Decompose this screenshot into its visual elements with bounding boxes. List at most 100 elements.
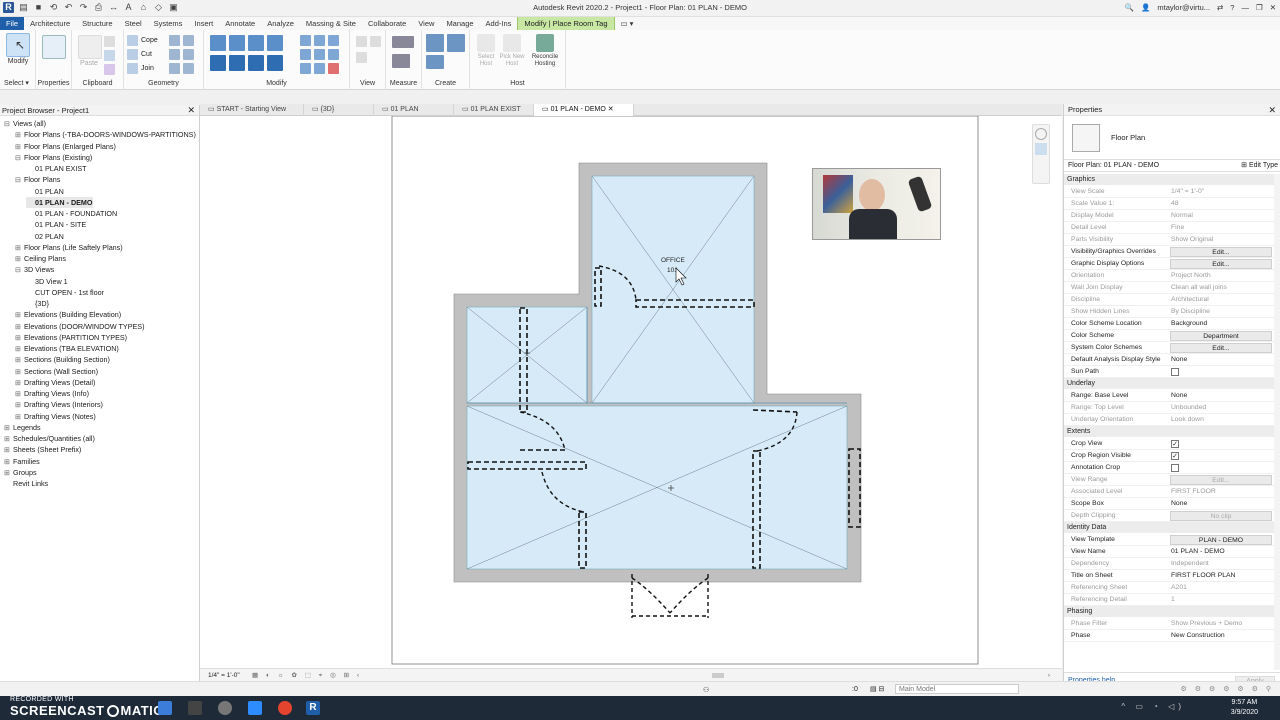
- align-icon[interactable]: [210, 35, 226, 51]
- property-button[interactable]: Department: [1170, 331, 1272, 341]
- tree-item[interactable]: ⊞ Legends: [4, 422, 41, 433]
- app-icon[interactable]: [218, 701, 232, 715]
- close-button[interactable]: ✕: [1270, 2, 1276, 14]
- delete-icon[interactable]: [328, 63, 339, 74]
- tree-item[interactable]: 01 PLAN: [26, 186, 64, 197]
- tree-item[interactable]: 01 PLAN - SITE: [26, 219, 86, 230]
- tree-item[interactable]: ⊟ Views (all): [4, 118, 46, 129]
- tree-item[interactable]: ⊞ Floor Plans (-TBA-DOORS-WINDOWS-PARTITI…: [15, 129, 196, 140]
- property-row[interactable]: Scope Box None: [1064, 498, 1274, 510]
- scale-icon[interactable]: [328, 35, 339, 46]
- tree-item[interactable]: ⊞ Elevations (Building Elevation): [15, 309, 121, 320]
- property-row[interactable]: Default Analysis Display Style None: [1064, 354, 1274, 366]
- property-row[interactable]: Show Hidden Lines By Discipline: [1064, 306, 1274, 318]
- property-value[interactable]: Look down: [1171, 414, 1204, 426]
- property-row[interactable]: Crop Region Visible ✓: [1064, 450, 1274, 462]
- property-checkbox[interactable]: [1171, 464, 1179, 472]
- system-clock[interactable]: 9:57 AM 3/9/2020: [1231, 698, 1258, 718]
- system-tray-icons[interactable]: ^ ▭ ◔ ◁): [1121, 702, 1185, 711]
- property-row[interactable]: Referencing Detail 1: [1064, 594, 1274, 606]
- cope-button[interactable]: Cope: [127, 35, 158, 46]
- property-row[interactable]: View Range Edit...: [1064, 474, 1274, 486]
- trim-extend-icon[interactable]: [267, 55, 283, 71]
- property-row[interactable]: Dependency Independent: [1064, 558, 1274, 570]
- move-icon[interactable]: [210, 55, 226, 71]
- copy2-icon[interactable]: [314, 63, 325, 74]
- property-checkbox[interactable]: ✓: [1171, 452, 1179, 460]
- property-row[interactable]: Phase Filter Show Previous + Demo: [1064, 618, 1274, 630]
- property-row[interactable]: Range: Top Level Unbounded: [1064, 402, 1274, 414]
- copy-element-icon[interactable]: [229, 55, 245, 71]
- property-row[interactable]: Graphic Display Options Edit...: [1064, 258, 1274, 270]
- tree-item[interactable]: 01 PLAN - DEMO: [26, 196, 93, 208]
- copy-icon[interactable]: [104, 50, 115, 61]
- property-value[interactable]: Show Original: [1171, 234, 1213, 246]
- paint-icon[interactable]: [183, 35, 194, 46]
- create-assembly-icon[interactable]: [426, 34, 444, 52]
- user-icon[interactable]: 👤: [1141, 2, 1150, 14]
- wall-joins-icon[interactable]: [169, 49, 180, 60]
- measure-tool-icon[interactable]: [392, 36, 414, 48]
- tab-architecture[interactable]: Architecture: [24, 17, 76, 30]
- ribbon-options-icon[interactable]: ▭ ▾: [615, 17, 640, 30]
- override-icon[interactable]: [370, 36, 381, 47]
- property-button[interactable]: Edit...: [1170, 259, 1272, 269]
- property-button[interactable]: PLAN - DEMO: [1170, 535, 1272, 545]
- tree-item[interactable]: CUT OPEN - 1st floor: [26, 287, 104, 298]
- tab-manage[interactable]: Manage: [440, 17, 479, 30]
- property-button[interactable]: Edit...: [1170, 247, 1272, 257]
- expand-icon[interactable]: ⊟: [15, 153, 24, 164]
- array-icon[interactable]: [314, 35, 325, 46]
- property-value[interactable]: Architectural: [1171, 294, 1209, 306]
- tree-item[interactable]: ⊞ Schedules/Quantities (all): [4, 433, 95, 444]
- tree-item[interactable]: ⊞ Elevations (DOOR/WINDOW TYPES): [15, 321, 144, 332]
- property-row[interactable]: Parts Visibility Show Original: [1064, 234, 1274, 246]
- tab-view[interactable]: View: [412, 17, 440, 30]
- offset-icon[interactable]: [229, 35, 245, 51]
- property-row[interactable]: Range: Base Level None: [1064, 390, 1274, 402]
- pick-new-host-button[interactable]: Pick New Host: [499, 34, 525, 67]
- edit-type-button[interactable]: ⊞ Edit Type: [1241, 160, 1278, 172]
- expand-icon[interactable]: ⊟: [15, 265, 24, 276]
- tree-item[interactable]: ⊞ Drafting Views (Interiors): [15, 399, 103, 410]
- property-value[interactable]: Normal: [1171, 210, 1193, 222]
- properties-scrollbar[interactable]: [1274, 174, 1280, 670]
- property-value[interactable]: FIRST FLOOR PLAN: [1171, 570, 1235, 582]
- select-host-button[interactable]: Select Host: [474, 34, 498, 67]
- chrome-icon[interactable]: [278, 701, 292, 715]
- view-tab[interactable]: ▭ {3D}: [304, 104, 374, 116]
- property-checkbox[interactable]: [1171, 368, 1179, 376]
- close-tab-icon[interactable]: ✕: [606, 106, 614, 113]
- linework-icon[interactable]: [169, 63, 180, 74]
- paste-button[interactable]: Paste: [78, 35, 102, 67]
- tree-item[interactable]: ⊟ 3D Views: [15, 264, 54, 275]
- view-tab[interactable]: ▭ 01 PLAN - DEMO ✕: [534, 104, 634, 116]
- mirror-draw-icon[interactable]: [267, 35, 283, 51]
- property-row[interactable]: View Scale 1/4" = 1'-0": [1064, 186, 1274, 198]
- tree-item[interactable]: ⊞ Elevations (TBA ELEVATION): [15, 343, 119, 354]
- property-row[interactable]: View Template PLAN - DEMO: [1064, 534, 1274, 546]
- steering-wheel-icon[interactable]: [1035, 128, 1047, 140]
- search-icon[interactable]: 🔍: [1125, 2, 1134, 14]
- property-value[interactable]: Project North: [1171, 270, 1211, 282]
- property-row[interactable]: Phase New Construction: [1064, 630, 1274, 642]
- property-value[interactable]: A201: [1171, 582, 1187, 594]
- tab-steel[interactable]: Steel: [119, 17, 148, 30]
- design-options-icon[interactable]: ▤ ⊟: [870, 682, 884, 697]
- tab-file[interactable]: File: [0, 17, 25, 30]
- tree-item[interactable]: ⊞ Drafting Views (Info): [15, 388, 89, 399]
- property-row[interactable]: View Name 01 PLAN - DEMO: [1064, 546, 1274, 558]
- pin-geometry-icon[interactable]: [183, 63, 194, 74]
- property-section[interactable]: Graphics: [1064, 174, 1274, 185]
- drawing-canvas[interactable]: OFFICE 101: [200, 116, 1062, 668]
- tab-add-ins[interactable]: Add-Ins: [480, 17, 518, 30]
- unpin-icon[interactable]: [314, 49, 325, 60]
- tab-insert[interactable]: Insert: [188, 17, 219, 30]
- extend-icon[interactable]: [300, 63, 311, 74]
- property-row[interactable]: Depth Clipping No clip: [1064, 510, 1274, 522]
- navigation-bar[interactable]: [1032, 124, 1050, 184]
- property-button[interactable]: No clip: [1170, 511, 1272, 521]
- instance-selector[interactable]: Floor Plan: 01 PLAN - DEMO ⊞ Edit Type: [1064, 160, 1280, 172]
- property-value[interactable]: None: [1171, 390, 1187, 402]
- tab-systems[interactable]: Systems: [148, 17, 189, 30]
